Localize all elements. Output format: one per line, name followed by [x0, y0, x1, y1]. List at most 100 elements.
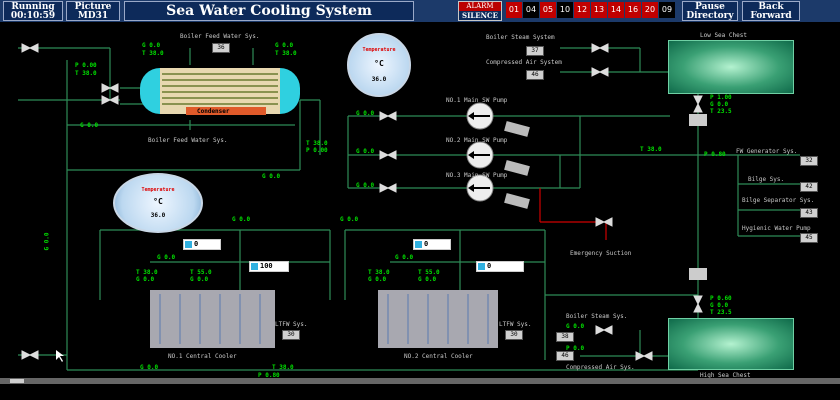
gate-valve-icon: [591, 43, 602, 53]
cooler2-t-in: T 38.0: [368, 269, 390, 276]
cursor-arrow-icon: [56, 350, 64, 362]
cooler1-valve2-input[interactable]: 100: [249, 261, 289, 272]
feed-water-in-label: Boiler Feed Water Sys.: [180, 33, 260, 40]
emergency-suction-label: Emergency Suction: [570, 250, 632, 257]
main-t: T 38.0: [306, 140, 328, 147]
main-p: P 0.00: [306, 147, 328, 154]
temperature-gauge-icon: Temperature °C 36.0: [347, 33, 411, 97]
steam-box[interactable]: 37: [526, 46, 544, 56]
gate-valve-icon: [602, 325, 613, 335]
consumer-label: Bilge Separator Sys.: [742, 197, 815, 204]
high-g-steam: G 0.0: [566, 323, 585, 330]
high-chest-t: T 23.5: [710, 309, 732, 316]
cooler2-t-in2: T 55.0: [418, 269, 440, 276]
gate-valve-icon: [693, 95, 703, 106]
steam-system-label: Boiler Steam System: [486, 34, 555, 41]
scrollbar-thumb[interactable]: [10, 379, 24, 383]
gate-valve-icon: [379, 111, 390, 121]
condenser-g-in: G 0.0: [142, 42, 161, 49]
motor-icon: [504, 160, 530, 176]
consumer-label: Bilge Sys.: [748, 176, 785, 183]
pump-label: NO.2 Main SW Pump: [446, 137, 508, 144]
high-chest-p: P 0.60: [710, 295, 732, 302]
high-chest-g: G 0.0: [710, 302, 729, 309]
consumer-box[interactable]: 43: [800, 208, 818, 218]
cooler1-g-in: G 0.0: [157, 254, 176, 261]
cooler-body: [378, 290, 498, 348]
feed-water-out-label: Boiler Feed Water Sys.: [148, 137, 228, 144]
pump-g: G 0.0: [356, 110, 375, 117]
gate-valve-icon: [598, 67, 609, 77]
gate-valve-icon: [693, 295, 703, 306]
gate-valve-icon: [379, 150, 390, 160]
low-sea-chest-label: Low Sea Chest: [700, 32, 747, 39]
main-p-right: P 0.80: [704, 151, 726, 158]
consumer-box[interactable]: 42: [800, 182, 818, 192]
gate-valve-icon: [108, 95, 119, 105]
cooler1-g-left: G 0.0: [136, 276, 155, 283]
gauge-title: Temperature: [362, 47, 396, 53]
gauge-title: Temperature: [141, 187, 175, 193]
cooler-label: NO.2 Central Cooler: [404, 353, 473, 360]
gate-valve-icon: [693, 102, 703, 113]
gauge-value: 36.0: [150, 212, 166, 219]
cooler2-g-in: G 0.0: [395, 254, 414, 261]
bottom-g: G 0.0: [140, 364, 159, 371]
motor-icon: [504, 193, 530, 209]
cooler1-t-in2: T 55.0: [190, 269, 212, 276]
cooler1-valve1-input[interactable]: 0: [183, 239, 221, 250]
low-sea-chest[interactable]: [668, 40, 794, 94]
bottom-t: T 38.0: [272, 364, 294, 371]
gate-valve-icon: [101, 83, 112, 93]
gate-valve-icon: [595, 217, 606, 227]
main-g-far-left: G 0.0: [43, 232, 51, 251]
gate-valve-icon: [386, 183, 397, 193]
consumer-label: FW Generator Sys.: [736, 148, 798, 155]
gate-valve-icon: [28, 350, 39, 360]
pump-g: G 0.0: [356, 148, 375, 155]
condenser-g-out: G 0.0: [275, 42, 294, 49]
main-t-right: T 38.0: [640, 146, 662, 153]
central-cooler-1[interactable]: [150, 290, 275, 348]
ltfw-label: LTFW Sys.: [275, 321, 308, 328]
gate-valve-icon: [21, 43, 32, 53]
sea-water-cooling-screen: Running 00:10:59 Picture MD31 Sea Water …: [0, 0, 840, 400]
cooler-body: [150, 290, 275, 348]
feed-in-box[interactable]: 36: [212, 43, 230, 53]
gate-valve-icon: [386, 111, 397, 121]
condenser-t-in: T 38.0: [142, 50, 164, 57]
condenser-t-out: T 38.0: [275, 50, 297, 57]
consumer-label: Hygienic Water Pump: [742, 225, 811, 232]
ltfw-box[interactable]: 30: [505, 330, 523, 340]
air-system-label: Compressed Air System: [486, 59, 562, 66]
low-chest-p: P 1.00: [710, 94, 732, 101]
pump-label: NO.3 Main SW Pump: [446, 172, 508, 179]
air-box[interactable]: 46: [526, 70, 544, 80]
pump-group[interactable]: [466, 102, 530, 209]
horizontal-scrollbar[interactable]: [0, 378, 840, 384]
high-steam-label: Boiler Steam Sys.: [566, 313, 628, 320]
high-air-box[interactable]: 46: [556, 351, 574, 361]
central-cooler-2[interactable]: [378, 290, 498, 348]
condenser-label: Condenser: [197, 108, 230, 115]
pump-label: NO.1 Main SW Pump: [446, 97, 508, 104]
high-steam-box[interactable]: 38: [556, 332, 574, 342]
consumer-box[interactable]: 45: [800, 233, 818, 243]
gate-valve-icon: [591, 67, 602, 77]
strainer-icon: [689, 268, 707, 280]
cooler-label: NO.1 Central Cooler: [168, 353, 237, 360]
ltfw-label: LTFW Sys.: [499, 321, 532, 328]
high-sea-chest[interactable]: [668, 318, 794, 370]
ltfw-box[interactable]: 30: [282, 330, 300, 340]
pump-g: G 0.0: [356, 182, 375, 189]
strainer-icon: [689, 114, 707, 126]
gate-valve-icon: [108, 83, 119, 93]
cooler1-t-in: T 38.0: [136, 269, 158, 276]
cooler2-g-left2: G 0.0: [418, 276, 437, 283]
main-g-mid1: G 0.0: [262, 173, 281, 180]
consumer-box[interactable]: 32: [800, 156, 818, 166]
gauge-value: 36.0: [371, 76, 387, 83]
motor-icon: [504, 121, 530, 137]
cooler2-valve2-input[interactable]: 0: [476, 261, 524, 272]
cooler2-valve1-input[interactable]: 0: [413, 239, 451, 250]
